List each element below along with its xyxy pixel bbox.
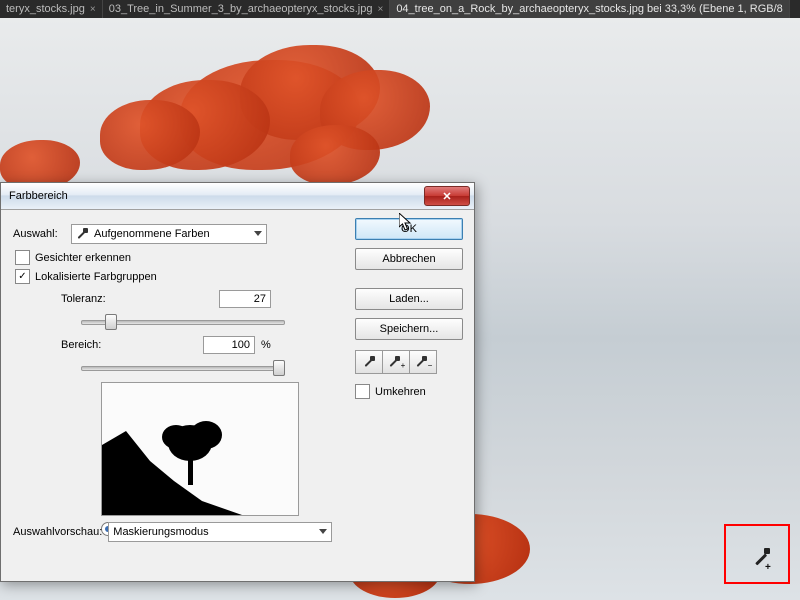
- range-input[interactable]: 100: [203, 336, 255, 354]
- color-range-dialog: Farbbereich ✕ Auswahl: Aufgenommene Farb…: [0, 182, 475, 582]
- selection-dropdown[interactable]: Aufgenommene Farben: [71, 224, 267, 244]
- detect-faces-label: Gesichter erkennen: [35, 252, 131, 264]
- selection-label: Auswahl:: [13, 228, 71, 240]
- preview-mode-value: Maskierungsmodus: [113, 526, 208, 538]
- dialog-titlebar[interactable]: Farbbereich ✕: [1, 183, 474, 210]
- eyedropper-icon: [363, 356, 375, 368]
- slider-thumb[interactable]: [273, 360, 285, 376]
- save-label: Speichern...: [380, 323, 439, 335]
- chevron-down-icon: [254, 231, 262, 236]
- range-slider[interactable]: [81, 360, 285, 374]
- range-label: Bereich:: [61, 339, 141, 351]
- cancel-button[interactable]: Abbrechen: [355, 248, 463, 270]
- preview-silhouette: [102, 383, 298, 515]
- dialog-title: Farbbereich: [9, 190, 68, 202]
- close-icon[interactable]: ×: [90, 4, 96, 15]
- eyedropper-icon: [76, 228, 88, 240]
- chevron-down-icon: [319, 529, 327, 534]
- tolerance-label: Toleranz:: [61, 293, 141, 305]
- close-icon[interactable]: ×: [377, 4, 383, 15]
- eyedropper-plus-icon: [388, 356, 400, 368]
- preview-dropdown-label: Auswahlvorschau:: [13, 526, 102, 538]
- tab-label: 03_Tree_in_Summer_3_by_archaeopteryx_sto…: [109, 3, 373, 15]
- tab-label: 04_tree_on_a_Rock_by_archaeopteryx_stock…: [396, 3, 782, 15]
- tolerance-slider[interactable]: [81, 314, 285, 328]
- cancel-label: Abbrechen: [382, 253, 435, 265]
- document-tab[interactable]: 03_Tree_in_Summer_3_by_archaeopteryx_sto…: [103, 0, 391, 18]
- preview-mode-dropdown[interactable]: Maskierungsmodus: [108, 522, 332, 542]
- load-label: Laden...: [389, 293, 429, 305]
- eyedropper-tool-group: + −: [355, 350, 463, 374]
- ok-label: OK: [401, 223, 417, 235]
- invert-checkbox[interactable]: [355, 384, 370, 399]
- eyedropper-minus-tool[interactable]: −: [410, 350, 437, 374]
- ok-button[interactable]: OK: [355, 218, 463, 240]
- range-unit: %: [261, 339, 271, 351]
- close-button[interactable]: ✕: [424, 186, 470, 206]
- tolerance-input[interactable]: 27: [219, 290, 271, 308]
- localized-color-groups-checkbox[interactable]: ✓: [15, 269, 30, 284]
- tab-label: teryx_stocks.jpg: [6, 3, 85, 15]
- slider-thumb[interactable]: [105, 314, 117, 330]
- document-tab[interactable]: 04_tree_on_a_Rock_by_archaeopteryx_stock…: [390, 0, 789, 18]
- selection-preview-thumbnail[interactable]: [101, 382, 299, 516]
- document-tab-bar: teryx_stocks.jpg × 03_Tree_in_Summer_3_b…: [0, 0, 800, 18]
- eyedropper-plus-tool[interactable]: +: [383, 350, 410, 374]
- eyedropper-plus-cursor-icon: +: [753, 548, 773, 568]
- detect-faces-checkbox[interactable]: [15, 250, 30, 265]
- document-tab[interactable]: teryx_stocks.jpg ×: [0, 0, 103, 18]
- selection-value: Aufgenommene Farben: [94, 228, 210, 240]
- load-button[interactable]: Laden...: [355, 288, 463, 310]
- save-button[interactable]: Speichern...: [355, 318, 463, 340]
- localized-color-groups-label: Lokalisierte Farbgruppen: [35, 271, 157, 283]
- invert-label: Umkehren: [375, 386, 426, 398]
- close-icon: ✕: [442, 190, 451, 203]
- eyedropper-minus-icon: [415, 356, 427, 368]
- eyedropper-tool[interactable]: [355, 350, 383, 374]
